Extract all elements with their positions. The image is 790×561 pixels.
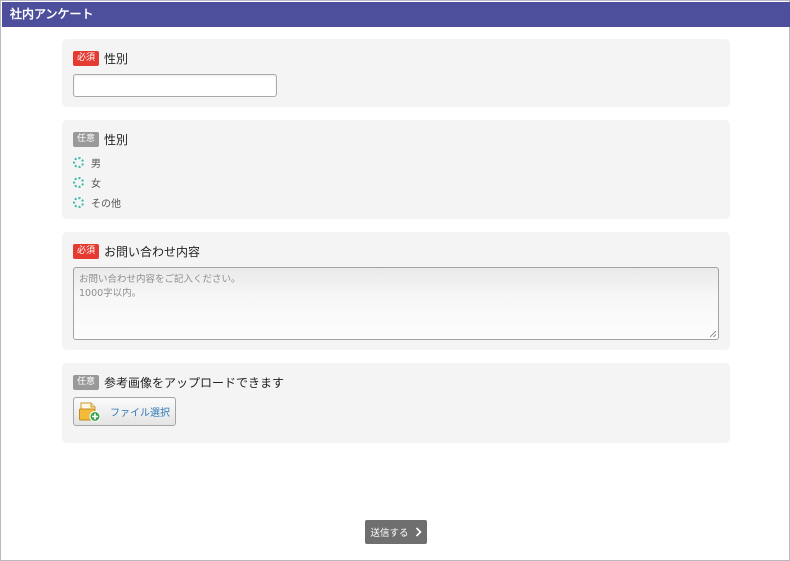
radio-unchecked-icon[interactable] — [73, 156, 84, 168]
question-card-gender-text: 必須 性別 — [62, 39, 730, 107]
question-label: お問い合わせ内容 — [104, 244, 201, 259]
radio-option-male[interactable]: 男 — [73, 155, 101, 170]
radio-option-label: 女 — [91, 178, 101, 190]
radio-option-label: その他 — [91, 198, 121, 210]
question-header: 必須 性別 — [73, 50, 128, 66]
gender-text-input[interactable] — [73, 74, 277, 97]
chevron-right-icon — [415, 527, 422, 537]
question-header: 任意 参考画像をアップロードできます — [73, 374, 284, 390]
radio-option-label: 男 — [91, 158, 101, 170]
inquiry-textarea[interactable]: お問い合わせ内容をご記入ください。 1000字以内。 — [73, 267, 719, 340]
question-card-inquiry: 必須 お問い合わせ内容 お問い合わせ内容をご記入ください。 1000字以内。 — [62, 232, 730, 350]
question-card-upload: 任意 参考画像をアップロードできます ファイル選択 — [62, 363, 730, 443]
question-label: 性別 — [104, 132, 129, 147]
radio-option-female[interactable]: 女 — [73, 175, 101, 190]
submit-button[interactable]: 送信する — [365, 520, 427, 544]
resize-grip-icon[interactable] — [710, 331, 716, 337]
optional-badge: 任意 — [73, 131, 100, 147]
submit-label: 送信する — [370, 528, 409, 539]
textarea-placeholder-line: お問い合わせ内容をご記入ください。 — [79, 274, 241, 285]
window-title: 社内アンケート — [2, 2, 790, 27]
question-label: 参考画像をアップロードできます — [104, 375, 285, 390]
file-add-icon — [79, 402, 101, 422]
optional-badge: 任意 — [73, 374, 100, 390]
question-card-gender-radio: 任意 性別 男 女 その他 — [62, 120, 730, 219]
question-label: 性別 — [104, 51, 129, 66]
required-badge: 必須 — [73, 243, 100, 259]
required-badge: 必須 — [73, 50, 100, 66]
radio-unchecked-icon[interactable] — [73, 176, 84, 188]
radio-unchecked-icon[interactable] — [73, 196, 84, 208]
question-header: 必須 お問い合わせ内容 — [73, 243, 200, 259]
file-select-button[interactable]: ファイル選択 — [73, 397, 176, 426]
textarea-placeholder-line: 1000字以内。 — [79, 288, 142, 299]
radio-option-other[interactable]: その他 — [73, 195, 121, 210]
question-header: 任意 性別 — [73, 131, 128, 147]
survey-window: 社内アンケート 必須 性別 任意 性別 男 女 その他 必須 お問い合わせ内容 … — [0, 0, 790, 561]
file-select-label: ファイル選択 — [110, 408, 170, 419]
